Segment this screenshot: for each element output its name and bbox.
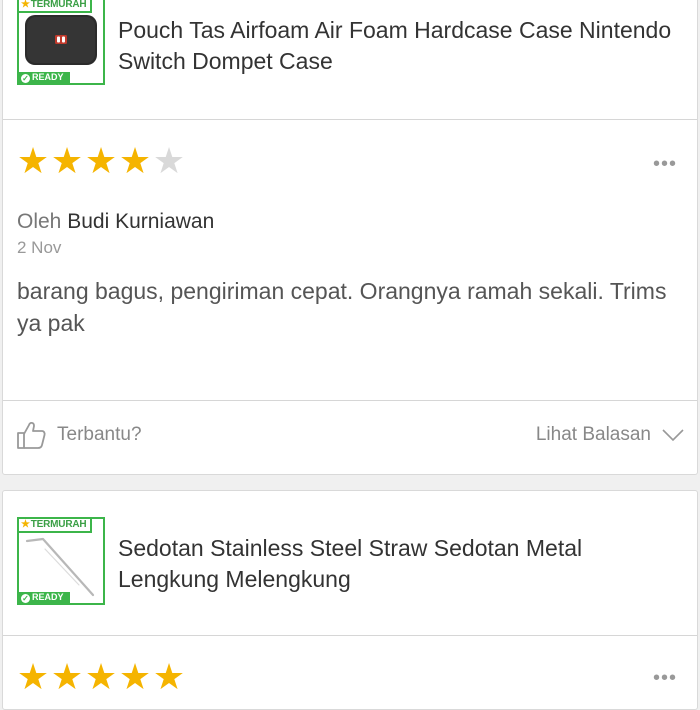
star-filled-icon: ★ (118, 656, 152, 697)
star-filled-icon: ★ (152, 656, 186, 697)
author-prefix: Oleh (17, 210, 68, 233)
chevron-down-icon (662, 429, 684, 442)
review-date: 2 Nov (17, 238, 62, 257)
star-icon: ★ (21, 0, 30, 10)
review-card: ★TERMURAH ✓ READY Pouch Tas Airfoam Air F… (2, 0, 698, 475)
review-author: Oleh Budi Kurniawan (17, 210, 214, 234)
helpful-label: Terbantu? (57, 424, 142, 445)
product-thumbnail[interactable]: ★TERMURAH ✓ READY (17, 517, 105, 605)
termurah-badge-label: TERMURAH (30, 519, 87, 530)
star-filled-icon: ★ (16, 656, 50, 697)
view-replies-label: Lihat Balasan (535, 424, 651, 445)
check-icon: ✓ (21, 594, 30, 603)
product-header[interactable]: ★TERMURAH ✓ READY Sedotan Stainless Steel… (3, 491, 697, 636)
check-icon: ✓ (21, 74, 30, 83)
ready-badge-label: READY (32, 72, 64, 82)
star-filled-icon: ★ (50, 656, 84, 697)
view-replies-button[interactable]: Lihat Balasan (536, 415, 685, 455)
star-filled-icon: ★ (84, 140, 118, 181)
more-options-icon[interactable]: ••• (653, 154, 677, 174)
ready-badge-label: READY (32, 592, 64, 602)
star-filled-icon: ★ (16, 140, 50, 181)
ready-badge: ✓ READY (19, 72, 70, 83)
star-filled-icon: ★ (84, 656, 118, 697)
star-rating: ★ ★ ★ ★ ★ (16, 143, 186, 179)
helpful-button[interactable]: Terbantu? (15, 415, 142, 455)
star-icon: ★ (21, 519, 30, 530)
review-footer: Terbantu? Lihat Balasan (3, 400, 697, 477)
star-empty-icon: ★ (152, 140, 186, 181)
termurah-badge: ★TERMURAH (19, 0, 93, 13)
star-rating: ★ ★ ★ ★ ★ (16, 659, 186, 695)
product-title[interactable]: Sedotan Stainless Steel Straw Sedotan Me… (118, 533, 678, 595)
review-text: barang bagus, pengiriman cepat. Orangnya… (17, 278, 667, 336)
author-name[interactable]: Budi Kurniawan (67, 210, 214, 233)
termurah-badge-label: TERMURAH (30, 0, 87, 10)
star-filled-icon: ★ (50, 140, 84, 181)
product-title[interactable]: Pouch Tas Airfoam Air Foam Hardcase Case… (118, 15, 678, 77)
ready-badge: ✓ READY (19, 592, 70, 603)
review-card: ★TERMURAH ✓ READY Sedotan Stainless Steel… (2, 490, 698, 710)
more-options-icon[interactable]: ••• (653, 668, 677, 688)
star-filled-icon: ★ (118, 140, 152, 181)
termurah-badge: ★TERMURAH (19, 519, 93, 533)
product-header[interactable]: ★TERMURAH ✓ READY Pouch Tas Airfoam Air F… (3, 0, 697, 120)
product-thumbnail[interactable]: ★TERMURAH ✓ READY (17, 0, 105, 85)
thumbs-up-icon (17, 421, 46, 449)
